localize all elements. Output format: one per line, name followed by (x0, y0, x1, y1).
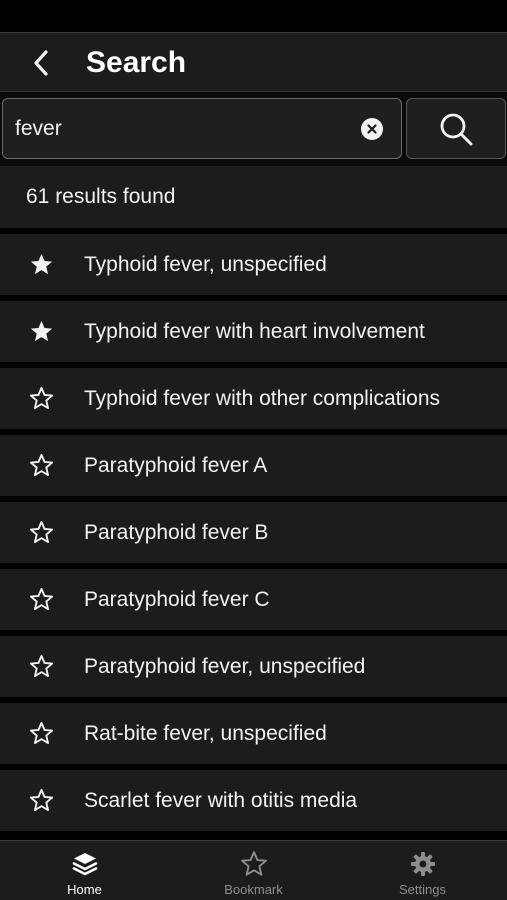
star-outline-icon[interactable] (29, 721, 54, 746)
result-label: Scarlet fever with otitis media (84, 789, 358, 812)
chevron-left-icon (34, 50, 48, 76)
close-icon (367, 124, 377, 134)
tab-bookmark[interactable]: Bookmark (169, 841, 338, 900)
tab-label: Bookmark (224, 882, 283, 897)
results-count: 61 results found (26, 185, 176, 208)
clear-search-button[interactable] (361, 118, 383, 140)
search-button[interactable] (406, 98, 506, 159)
result-item[interactable]: Rat-bite fever, unspecified (0, 703, 507, 764)
star-outline-icon[interactable] (29, 654, 54, 679)
star-outline-icon[interactable] (29, 453, 54, 478)
tab-home[interactable]: Home (0, 841, 169, 900)
result-label: Rat-bite fever, unspecified (84, 722, 327, 745)
result-item[interactable]: Paratyphoid fever A (0, 435, 507, 496)
star-icon (240, 850, 268, 878)
star-filled-icon[interactable] (29, 319, 54, 344)
gear-icon (409, 850, 437, 878)
result-item[interactable]: Typhoid fever, unspecified (0, 234, 507, 295)
status-bar (0, 0, 507, 32)
result-label: Paratyphoid fever A (84, 454, 268, 477)
search-box (2, 98, 402, 159)
star-filled-icon[interactable] (29, 252, 54, 277)
layers-icon (71, 850, 99, 878)
result-label: Typhoid fever, unspecified (84, 253, 327, 276)
result-list: Typhoid fever, unspecified Typhoid fever… (0, 234, 507, 840)
search-icon (440, 113, 473, 145)
tab-label: Home (67, 882, 102, 897)
result-label: Paratyphoid fever C (84, 588, 270, 611)
star-outline-icon[interactable] (29, 788, 54, 813)
result-label: Typhoid fever with heart involvement (84, 320, 425, 343)
result-item[interactable]: Paratyphoid fever, unspecified (0, 636, 507, 697)
result-item[interactable]: Paratyphoid fever B (0, 502, 507, 563)
header-bar: Search (0, 32, 507, 92)
result-item[interactable]: Typhoid fever with other complications (0, 368, 507, 429)
results-count-row: 61 results found (0, 166, 507, 228)
back-button[interactable] (24, 45, 60, 81)
tab-label: Settings (399, 882, 446, 897)
star-outline-icon[interactable] (29, 386, 54, 411)
star-outline-icon[interactable] (29, 520, 54, 545)
tab-settings[interactable]: Settings (338, 841, 507, 900)
result-label: Paratyphoid fever, unspecified (84, 655, 366, 678)
result-label: Typhoid fever with other complications (84, 387, 441, 410)
result-label: Paratyphoid fever B (84, 521, 269, 544)
result-item[interactable]: Typhoid fever with heart involvement (0, 301, 507, 362)
tab-bar: Home Bookmark Settings (0, 840, 507, 900)
result-item[interactable]: Paratyphoid fever C (0, 569, 507, 630)
star-outline-icon[interactable] (29, 587, 54, 612)
result-item[interactable]: Scarlet fever with otitis media (0, 770, 507, 831)
page-title: Search (86, 46, 187, 79)
search-input[interactable] (15, 99, 345, 158)
search-row (0, 92, 507, 166)
